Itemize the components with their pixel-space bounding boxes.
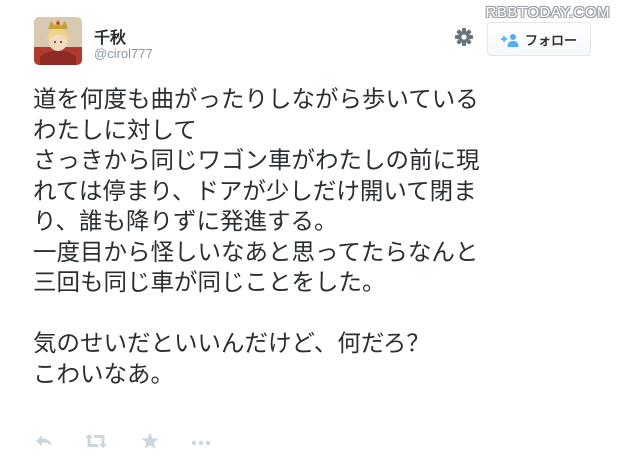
tweet-text: 道を何度も曲がったりしながら歩いている わたしに対して さっきから同じワゴン車が… xyxy=(33,84,593,389)
tweet-line: 道を何度も曲がったりしながら歩いている xyxy=(33,85,479,113)
tweet-line: 気のせいだといいんだけど、何だろ？ xyxy=(33,329,430,357)
user-handle[interactable]: @cirol777 xyxy=(94,46,153,61)
avatar[interactable] xyxy=(34,17,82,65)
tweet-line: こわいなあ。 xyxy=(33,359,174,388)
user-name[interactable]: 千秋 xyxy=(94,24,126,48)
tweet-line: わたしに対して xyxy=(33,115,197,144)
star-icon[interactable] xyxy=(139,430,161,452)
tweet-line: り、誰も降りずに発進する。 xyxy=(33,207,338,235)
more-icon[interactable] xyxy=(189,430,211,452)
tweet-line: れては停まり、ドアが少しだけ開いて閉ま xyxy=(33,176,477,205)
watermark: RBBTODAY.COM xyxy=(485,4,610,21)
add-person-icon xyxy=(500,32,519,47)
gear-icon[interactable] xyxy=(453,26,475,48)
tweet-line: さっきから同じワゴン車がわたしの前に現 xyxy=(33,146,480,174)
reply-icon[interactable] xyxy=(33,430,55,452)
follow-button-label: フォロー xyxy=(524,33,577,49)
tweet-line: 三回も同じ車が同じことをした。 xyxy=(33,268,386,296)
follow-button[interactable]: フォロー xyxy=(487,22,591,56)
tweet-line: 一度目から怪しいなあと思ってたらなんと xyxy=(33,237,479,266)
retweet-icon[interactable] xyxy=(83,430,107,452)
